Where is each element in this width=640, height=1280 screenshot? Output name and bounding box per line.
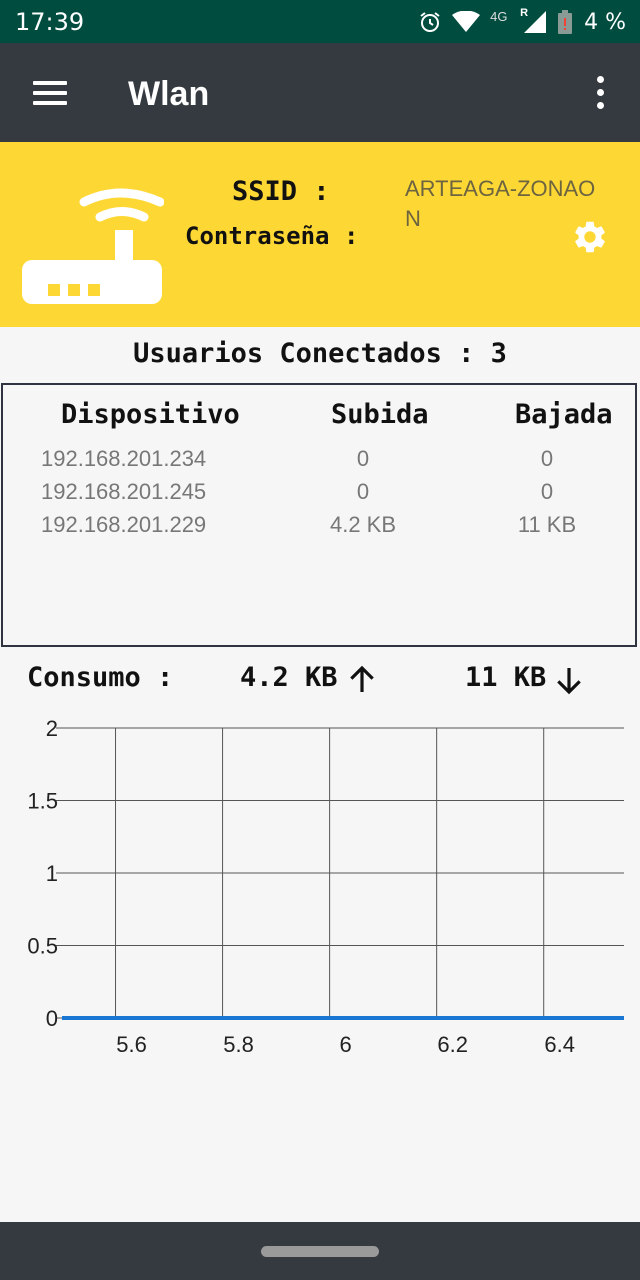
device-download: 11 KB	[517, 512, 577, 537]
device-download: 0	[540, 446, 554, 471]
arrow-down-icon	[557, 668, 581, 695]
menu-icon[interactable]	[33, 81, 67, 105]
status-icons: 4G R 4 %	[418, 7, 626, 36]
header-device: Dispositivo	[61, 399, 240, 430]
router-icon	[22, 188, 164, 304]
x-tick-label: 6.4	[544, 1032, 575, 1057]
navigation-bar	[0, 1222, 640, 1280]
device-ip: 192.168.201.234	[41, 446, 207, 471]
ssid-label: SSID :	[232, 176, 330, 207]
header-download: Bajada	[515, 399, 613, 430]
x-tick-label: 5.6	[116, 1032, 147, 1057]
wifi-icon	[452, 11, 481, 32]
page-title: Wlan	[128, 75, 210, 113]
device-upload: 0	[356, 446, 370, 471]
device-ip: 192.168.201.229	[41, 512, 207, 537]
y-tick-label: 0	[46, 1006, 58, 1031]
hotspot-header: SSID : Contraseña : ARTEAGA-ZONAON	[0, 142, 640, 327]
y-tick-label: 2	[46, 716, 58, 741]
battery-percent: 4 %	[584, 9, 626, 35]
header-upload: Subida	[331, 399, 429, 430]
consumption-label: Consumo :	[27, 662, 174, 693]
settings-icon[interactable]	[571, 218, 609, 256]
consumption-chart: 0 0.5 1 1.5 2 5.6 5.8 6 6.2 6.4	[27, 716, 624, 1057]
device-upload: 4.2 KB	[329, 512, 397, 537]
status-bar: 17:39 4G R 4 %	[0, 0, 640, 43]
y-tick-label: 0.5	[27, 934, 58, 959]
device-ip: 192.168.201.245	[41, 479, 207, 504]
device-download: 0	[540, 479, 554, 504]
consumption-upload: 4.2 KB	[240, 662, 338, 693]
status-time: 17:39	[15, 8, 85, 36]
devices-table: Dispositivo Subida Bajada 192.168.201.23…	[1, 383, 637, 647]
app-bar: Wlan	[0, 43, 640, 142]
x-tick-label: 5.8	[223, 1032, 254, 1057]
password-label: Contraseña :	[185, 222, 359, 250]
network-type: 4G	[490, 9, 508, 24]
alarm-icon	[420, 12, 440, 32]
cell-signal-icon: 4G R	[490, 7, 548, 35]
y-tick-label: 1.5	[27, 789, 58, 814]
y-tick-label: 1	[46, 861, 58, 886]
home-gesture-handle[interactable]	[261, 1246, 379, 1257]
battery-icon	[558, 10, 573, 34]
arrow-up-icon	[350, 665, 374, 692]
more-vert-icon[interactable]	[590, 76, 610, 110]
device-upload: 0	[356, 479, 370, 504]
x-tick-label: 6	[339, 1032, 351, 1057]
x-tick-label: 6.2	[437, 1032, 468, 1057]
consumption-download: 11 KB	[465, 662, 547, 693]
connected-users-count: Usuarios Conectados : 3	[133, 338, 507, 369]
